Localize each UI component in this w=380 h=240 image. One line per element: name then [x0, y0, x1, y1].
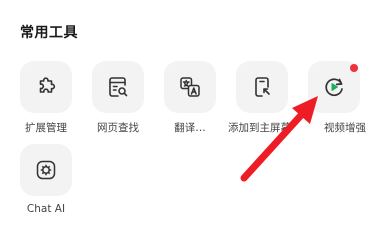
- translate-icon: [180, 77, 200, 97]
- tool-tile[interactable]: [20, 144, 72, 196]
- tool-tile[interactable]: [308, 61, 360, 113]
- tool-extension-manager[interactable]: 扩展管理: [18, 61, 74, 139]
- tool-translate[interactable]: 翻译…: [162, 61, 218, 139]
- tool-video-enhance[interactable]: 视频增强: [306, 61, 366, 139]
- video-enhance-icon: [325, 78, 343, 97]
- add-to-home-icon: [255, 77, 270, 97]
- tool-label: 翻译…: [174, 122, 206, 134]
- tool-page-search[interactable]: 网页查找: [90, 61, 146, 139]
- tool-label: 扩展管理: [25, 122, 67, 134]
- tool-tile[interactable]: [92, 61, 144, 113]
- page-search-icon: [109, 77, 128, 97]
- tool-chat-ai[interactable]: Chat AI: [18, 144, 74, 222]
- chat-ai-icon: [36, 160, 56, 180]
- tool-add-to-home[interactable]: 添加到主屏幕: [228, 61, 291, 139]
- tool-label: 视频增强: [324, 122, 366, 134]
- section-title: 常用工具: [20, 25, 78, 41]
- tool-label: 网页查找: [97, 122, 139, 134]
- tool-tile[interactable]: [236, 61, 288, 113]
- tool-label: 添加到主屏幕: [228, 122, 291, 134]
- puzzle-icon: [39, 77, 56, 93]
- notification-dot: [350, 64, 358, 72]
- tool-tile[interactable]: [164, 61, 216, 113]
- tool-tile[interactable]: [20, 61, 72, 113]
- tool-label: Chat AI: [26, 203, 66, 215]
